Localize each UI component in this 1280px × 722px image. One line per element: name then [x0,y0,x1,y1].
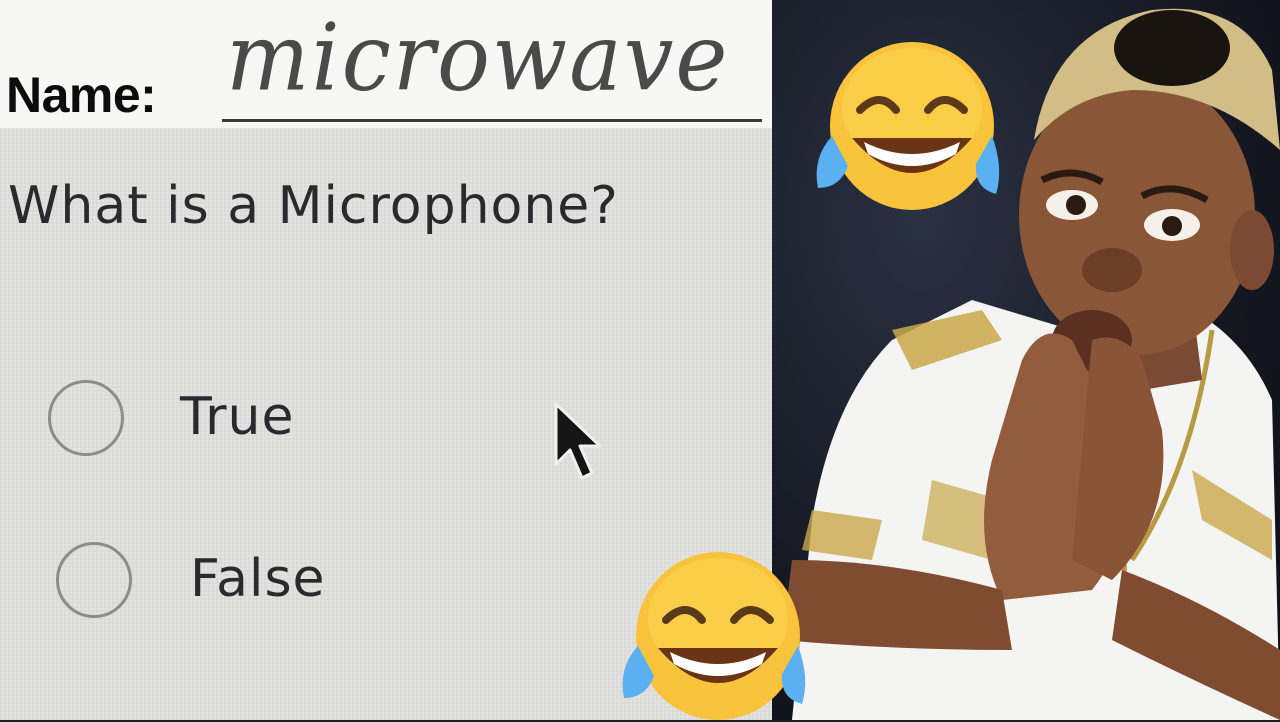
arrow-cursor-icon [554,402,602,480]
radio-true[interactable] [48,380,124,456]
option-false-label: False [190,549,326,609]
face-with-tears-of-joy-icon [622,552,806,720]
question-text: What is a Microphone? [8,176,619,236]
radio-false[interactable] [56,542,132,618]
face-with-tears-of-joy-icon [816,42,1000,210]
name-handwritten-value: microwave [226,3,730,112]
name-strip: Name: microwave [0,0,772,128]
name-label: Name: [6,67,157,123]
name-underline [222,119,762,122]
option-true-label: True [180,387,295,447]
